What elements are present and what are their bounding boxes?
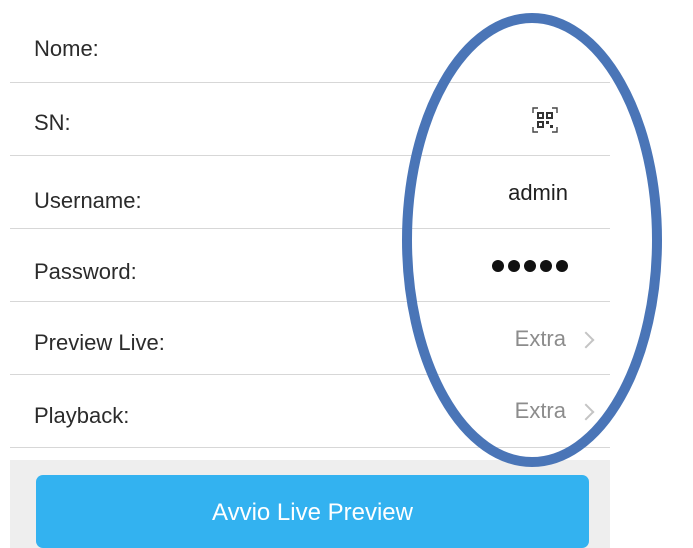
password-dot (524, 260, 536, 272)
playback-label: Playback: (34, 403, 130, 428)
username-value[interactable]: admin (508, 180, 568, 206)
qr-code-icon[interactable] (532, 107, 558, 133)
password-dot (540, 260, 552, 272)
password-dot (492, 260, 504, 272)
sn-label: SN: (34, 110, 71, 135)
preview-live-value: Extra (514, 326, 566, 351)
password-masked-value[interactable] (492, 260, 568, 272)
start-live-preview-button[interactable]: Avvio Live Preview (36, 475, 589, 548)
password-dot (556, 260, 568, 272)
chevron-right-icon (577, 403, 595, 421)
sn-row[interactable]: SN: (0, 83, 610, 155)
device-form: Nome: SN: Username: admin Password: Prev… (0, 0, 610, 460)
name-label: Nome: (34, 36, 99, 61)
name-row[interactable]: Nome: (0, 0, 610, 82)
preview-live-row[interactable]: Preview Live: Extra (0, 302, 610, 374)
password-row[interactable]: Password: (0, 229, 610, 301)
divider (10, 447, 610, 448)
chevron-right-icon (577, 331, 595, 349)
username-label: Username: (34, 188, 142, 213)
preview-live-label: Preview Live: (34, 330, 165, 355)
playback-value: Extra (514, 398, 566, 423)
username-row[interactable]: Username: admin (0, 156, 610, 228)
password-label: Password: (34, 259, 137, 284)
password-dot (508, 260, 520, 272)
playback-row[interactable]: Playback: Extra (0, 375, 610, 447)
